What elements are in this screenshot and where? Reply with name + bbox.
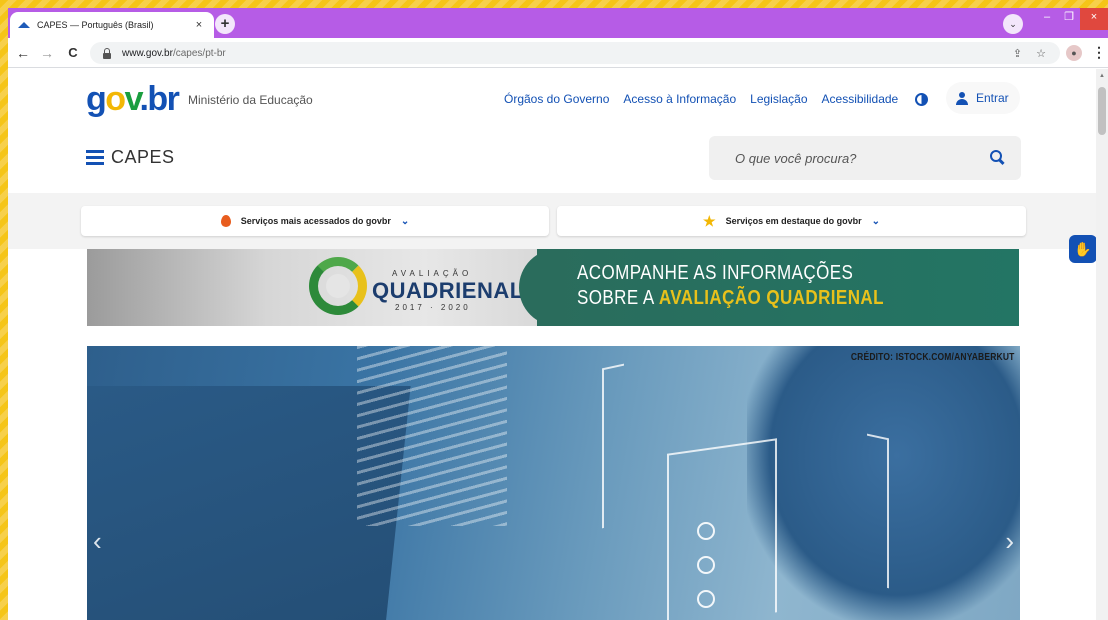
search-icon[interactable] (990, 150, 1004, 164)
profile-avatar-icon[interactable]: ● (1066, 45, 1082, 61)
tab-bar: CAPES — Português (Brasil) × + ⌄ – ❐ × (8, 8, 1108, 38)
site-title[interactable]: CAPES (111, 147, 175, 168)
check-circle-icon (697, 590, 715, 608)
page-viewport: gov.br Ministério da Educação Órgãos do … (8, 69, 1108, 620)
browser-toolbar: ← → C www.gov.br/capes/pt-br ⇪ ☆ ● ⋮ (8, 38, 1108, 68)
page-scrollbar[interactable]: ▲ (1096, 69, 1108, 620)
tab-capes[interactable]: CAPES — Português (Brasil) × (10, 12, 214, 38)
check-circle-icon (697, 556, 715, 574)
hero-stripes (357, 346, 507, 526)
govbr-logo[interactable]: gov.br (86, 81, 180, 117)
avaliacao-quadrienal-banner[interactable]: AVALIAÇÃO QUADRIENAL 2017 · 2020 ACOMPAN… (87, 249, 1019, 326)
login-button[interactable]: Entrar (946, 82, 1020, 114)
back-button[interactable]: ← (14, 44, 32, 62)
close-window-button[interactable]: × (1080, 8, 1108, 30)
vlibras-hand-icon[interactable]: ✋ (1069, 235, 1097, 263)
carousel-next-arrow-icon[interactable]: › (1005, 526, 1014, 557)
lock-icon[interactable] (102, 47, 112, 59)
banner-line1: ACOMPANHE AS INFORMAÇÕES (577, 262, 854, 284)
bookmark-star-icon[interactable]: ☆ (1036, 47, 1046, 60)
share-icon[interactable]: ⇪ (1013, 47, 1022, 60)
browser-window: CAPES — Português (Brasil) × + ⌄ – ❐ × ←… (8, 8, 1108, 620)
nav-acessibilidade[interactable]: Acessibilidade (822, 92, 899, 106)
star-icon: ★ (703, 213, 716, 229)
site-header: gov.br Ministério da Educação Órgãos do … (8, 69, 1096, 193)
banner-line2: SOBRE A AVALIAÇÃO QUADRIENAL (577, 287, 884, 309)
scrollbar-thumb[interactable] (1098, 87, 1106, 135)
top-navigation: Órgãos do Governo Acesso à Informação Le… (504, 92, 898, 106)
most-accessed-label: Serviços mais acessados do govbr (240, 216, 391, 226)
address-bar[interactable]: www.gov.br/capes/pt-br ⇪ ☆ (90, 42, 1060, 64)
reload-button[interactable]: C (64, 44, 82, 62)
url-host: www.gov.br (122, 47, 173, 59)
scroll-up-icon[interactable]: ▲ (1098, 73, 1106, 79)
nav-acesso-a-informacao[interactable]: Acesso à Informação (623, 92, 736, 106)
search-input[interactable] (735, 150, 965, 166)
banner-years: 2017 · 2020 (395, 303, 471, 312)
hero-document-shape (667, 438, 777, 620)
featured-label: Serviços em destaque do govbr (725, 216, 862, 226)
high-contrast-icon[interactable] (915, 93, 928, 106)
tab-search-button[interactable]: ⌄ (1003, 14, 1023, 34)
most-accessed-services-button[interactable]: Serviços mais acessados do govbr ⌄ (81, 206, 549, 236)
minimize-button[interactable]: – (1036, 8, 1058, 30)
tab-close-icon[interactable]: × (192, 19, 206, 31)
forward-button[interactable]: → (38, 44, 56, 62)
govbr-favicon-icon (18, 20, 30, 30)
image-credit: CRÉDITO: ISTOCK.COM/ANYABERKUT (850, 352, 1014, 363)
chevron-down-icon: ⌄ (400, 215, 410, 227)
featured-services-button[interactable]: ★ Serviços em destaque do govbr ⌄ (557, 206, 1026, 236)
nav-legislacao[interactable]: Legislação (750, 92, 807, 106)
browser-menu-icon[interactable]: ⋮ (1092, 44, 1106, 61)
check-circle-icon (697, 522, 715, 540)
tab-title: CAPES — Português (Brasil) (37, 20, 154, 30)
search-box (709, 136, 1021, 180)
hamburger-menu-icon[interactable] (86, 150, 104, 165)
maximize-button[interactable]: ❐ (1058, 8, 1080, 30)
hero-carousel[interactable]: CRÉDITO: ISTOCK.COM/ANYABERKUT ‹ › (87, 346, 1020, 620)
chevron-down-icon: ⌄ (871, 215, 880, 227)
url-path: /capes/pt-br (172, 47, 226, 59)
ministry-label: Ministério da Educação (188, 93, 313, 107)
new-tab-button[interactable]: + (215, 14, 235, 34)
login-label: Entrar (976, 91, 1009, 105)
address-bar-actions: ⇪ ☆ (1013, 42, 1046, 64)
services-strip: Serviços mais acessados do govbr ⌄ ★ Ser… (8, 193, 1096, 249)
user-icon (956, 91, 968, 105)
banner-quadrienal: QUADRIENAL (372, 278, 524, 303)
carousel-prev-arrow-icon[interactable]: ‹ (93, 526, 102, 557)
flame-icon (220, 215, 231, 227)
nav-orgaos-do-governo[interactable]: Órgãos do Governo (504, 92, 609, 106)
banner-avaliacao: AVALIAÇÃO (392, 269, 473, 278)
